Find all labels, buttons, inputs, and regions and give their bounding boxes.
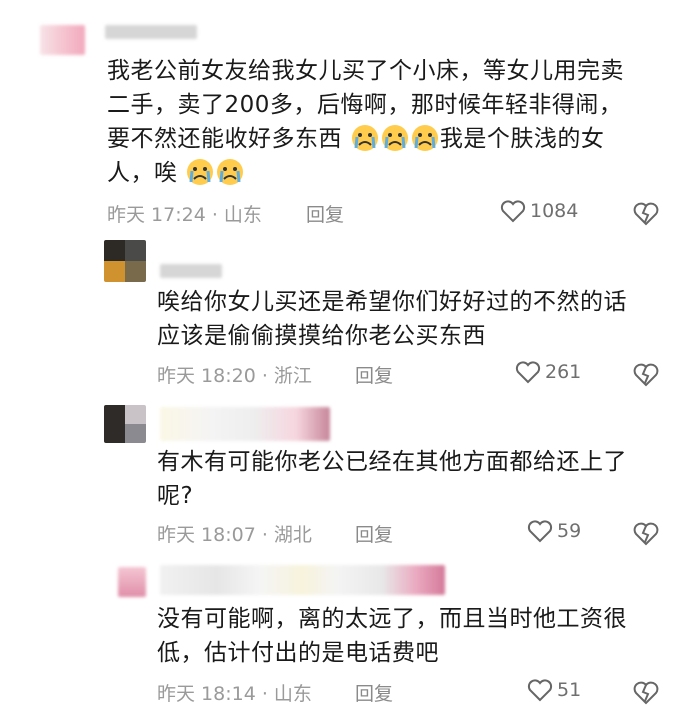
- timestamp: 昨天 18:20: [157, 365, 256, 387]
- like-count: 59: [557, 520, 582, 542]
- avatar[interactable]: [104, 240, 146, 282]
- avatar[interactable]: [118, 567, 146, 597]
- timestamp: 昨天 18:07: [157, 524, 256, 546]
- comment-text: 我老公前女友给我女儿买了个小床，等女儿用完卖二手，卖了200多，后悔啊，那时候年…: [107, 54, 627, 190]
- reply-button[interactable]: 回复: [355, 361, 393, 388]
- like-count: 1084: [530, 200, 579, 222]
- location: 山东: [223, 204, 262, 226]
- like-count: 51: [557, 679, 582, 701]
- comment-3: 有木有可能你老公已经在其他方面都给还上了呢? 昨天 18:07 · 湖北 回复 …: [0, 400, 686, 555]
- username-blurred[interactable]: [160, 407, 330, 441]
- comment-text: 没有可能啊，离的太远了，而且当时他工资很低，估计付出的是电话费吧: [157, 602, 627, 670]
- like-count: 261: [545, 361, 582, 383]
- crying-face-emoji: [351, 125, 378, 151]
- comment-1: 我老公前女友给我女儿买了个小床，等女儿用完卖二手，卖了200多，后悔啊，那时候年…: [0, 0, 686, 240]
- reply-button[interactable]: 回复: [306, 200, 344, 227]
- crying-face-emoji: [217, 159, 244, 185]
- location: 浙江: [273, 365, 312, 387]
- avatar[interactable]: [40, 25, 85, 55]
- comment-body: 有木有可能你老公已经在其他方面都给还上了呢?: [157, 449, 627, 509]
- like-button[interactable]: 59: [527, 519, 581, 543]
- broken-heart-icon[interactable]: [632, 520, 660, 546]
- like-button[interactable]: 1084: [500, 199, 578, 223]
- heart-outline-icon: [527, 679, 553, 702]
- like-button[interactable]: 51: [527, 678, 581, 702]
- broken-heart-icon[interactable]: [632, 200, 660, 226]
- comment-body: 没有可能啊，离的太远了，而且当时他工资很低，估计付出的是电话费吧: [157, 606, 627, 666]
- timestamp: 昨天 17:24: [107, 204, 206, 226]
- comment-2: 唉给你女儿买还是希望你们好好过的不然的话应该是偷偷摸摸给你老公买东西 昨天 18…: [0, 240, 686, 400]
- comment-4: 没有可能啊，离的太远了，而且当时他工资很低，估计付出的是电话费吧 昨天 18:1…: [0, 555, 686, 706]
- reply-button[interactable]: 回复: [355, 520, 393, 547]
- username-blurred[interactable]: [160, 264, 222, 278]
- broken-heart-icon[interactable]: [632, 679, 660, 705]
- comment-meta: 昨天 18:07 · 湖北: [157, 524, 312, 546]
- location: 湖北: [273, 524, 312, 546]
- like-button[interactable]: 261: [515, 360, 581, 384]
- comment-text: 唉给你女儿买还是希望你们好好过的不然的话应该是偷偷摸摸给你老公买东西: [157, 285, 627, 353]
- comment-meta: 昨天 18:14 · 山东: [157, 683, 312, 705]
- crying-face-emoji: [411, 125, 438, 151]
- crying-face-emoji: [187, 159, 214, 185]
- comment-meta: 昨天 17:24 · 山东: [107, 204, 262, 226]
- reply-button[interactable]: 回复: [355, 679, 393, 706]
- heart-outline-icon: [515, 361, 541, 384]
- username-blurred[interactable]: [105, 25, 197, 39]
- username-blurred[interactable]: [160, 565, 445, 595]
- comment-meta: 昨天 18:20 · 浙江: [157, 365, 312, 387]
- heart-outline-icon: [527, 520, 553, 543]
- timestamp: 昨天 18:14: [157, 683, 256, 705]
- location: 山东: [273, 683, 312, 705]
- comment-text: 有木有可能你老公已经在其他方面都给还上了呢?: [157, 445, 627, 513]
- avatar[interactable]: [104, 405, 146, 443]
- broken-heart-icon[interactable]: [632, 361, 660, 387]
- heart-outline-icon: [500, 200, 526, 223]
- crying-face-emoji: [381, 125, 408, 151]
- comment-body: 唉给你女儿买还是希望你们好好过的不然的话应该是偷偷摸摸给你老公买东西: [157, 289, 627, 349]
